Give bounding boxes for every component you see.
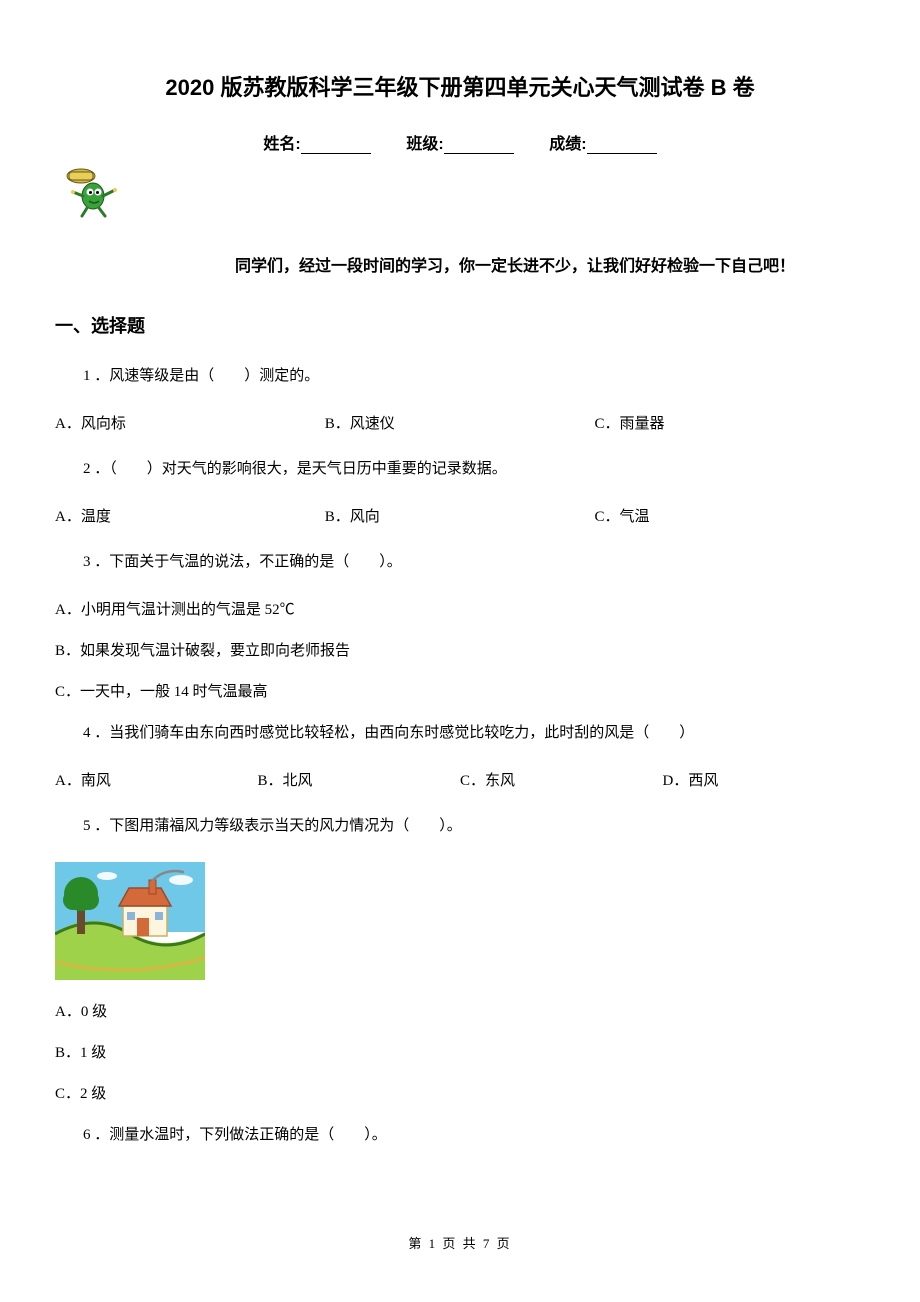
page-footer: 第 1 页 共 7 页 — [55, 1233, 865, 1252]
q4-option-b: B．北风 — [258, 769, 461, 790]
class-blank[interactable] — [444, 138, 514, 154]
page-title: 2020 版苏教版科学三年级下册第四单元关心天气测试卷 B 卷 — [55, 70, 865, 102]
q1-option-a: A．风向标 — [55, 412, 325, 433]
q5-text: 5 ．下图用蒲福风力等级表示当天的风力情况为（ ）。 — [83, 814, 865, 838]
name-label: 姓名: — [263, 136, 300, 153]
q5-illustration — [55, 862, 865, 980]
q1-option-b: B．风速仪 — [325, 412, 595, 433]
score-label: 成绩: — [549, 136, 586, 153]
section-heading: 一、选择题 — [55, 312, 865, 338]
q3-option-b: B．如果发现气温计破裂，要立即向老师报告 — [55, 639, 865, 660]
q2-option-a: A．温度 — [55, 505, 325, 526]
class-label: 班级: — [406, 136, 443, 153]
q4-text: 4 ．当我们骑车由东向西时感觉比较轻松，由西向东时感觉比较吃力，此时刮的风是（ … — [83, 721, 865, 745]
q2-option-c: C．气温 — [594, 505, 864, 526]
q4-option-d: D．西风 — [663, 769, 866, 790]
q1-options: A．风向标 B．风速仪 C．雨量器 — [55, 412, 865, 433]
q2-text: 2 ．（ ）对天气的影响很大，是天气日历中重要的记录数据。 — [83, 457, 865, 481]
q4-option-a: A．南风 — [55, 769, 258, 790]
form-row: 姓名: 班级: 成绩: — [55, 130, 865, 154]
q3-text: 3 ．下面关于气温的说法，不正确的是（ ）。 — [83, 550, 865, 574]
q6-text: 6 ．测量水温时，下列做法正确的是（ ）。 — [83, 1123, 865, 1147]
mascot-icon — [65, 166, 865, 218]
q5-option-c: C．2 级 — [55, 1082, 865, 1103]
q3-option-c: C．一天中，一般 14 时气温最高 — [55, 680, 865, 701]
q5-option-a: A．0 级 — [55, 1000, 865, 1021]
intro-text: 同学们，经过一段时间的学习，你一定长进不少，让我们好好检验一下自己吧！ — [55, 252, 865, 276]
q2-options: A．温度 B．风向 C．气温 — [55, 505, 865, 526]
q5-option-b: B．1 级 — [55, 1041, 865, 1062]
q2-option-b: B．风向 — [325, 505, 595, 526]
q4-options: A．南风 B．北风 C．东风 D．西风 — [55, 769, 865, 790]
q4-option-c: C．东风 — [460, 769, 663, 790]
q1-option-c: C．雨量器 — [594, 412, 864, 433]
name-blank[interactable] — [301, 138, 371, 154]
q3-option-a: A．小明用气温计测出的气温是 52℃ — [55, 598, 865, 619]
q1-text: 1 ．风速等级是由（ ）测定的。 — [83, 364, 865, 388]
score-blank[interactable] — [587, 138, 657, 154]
